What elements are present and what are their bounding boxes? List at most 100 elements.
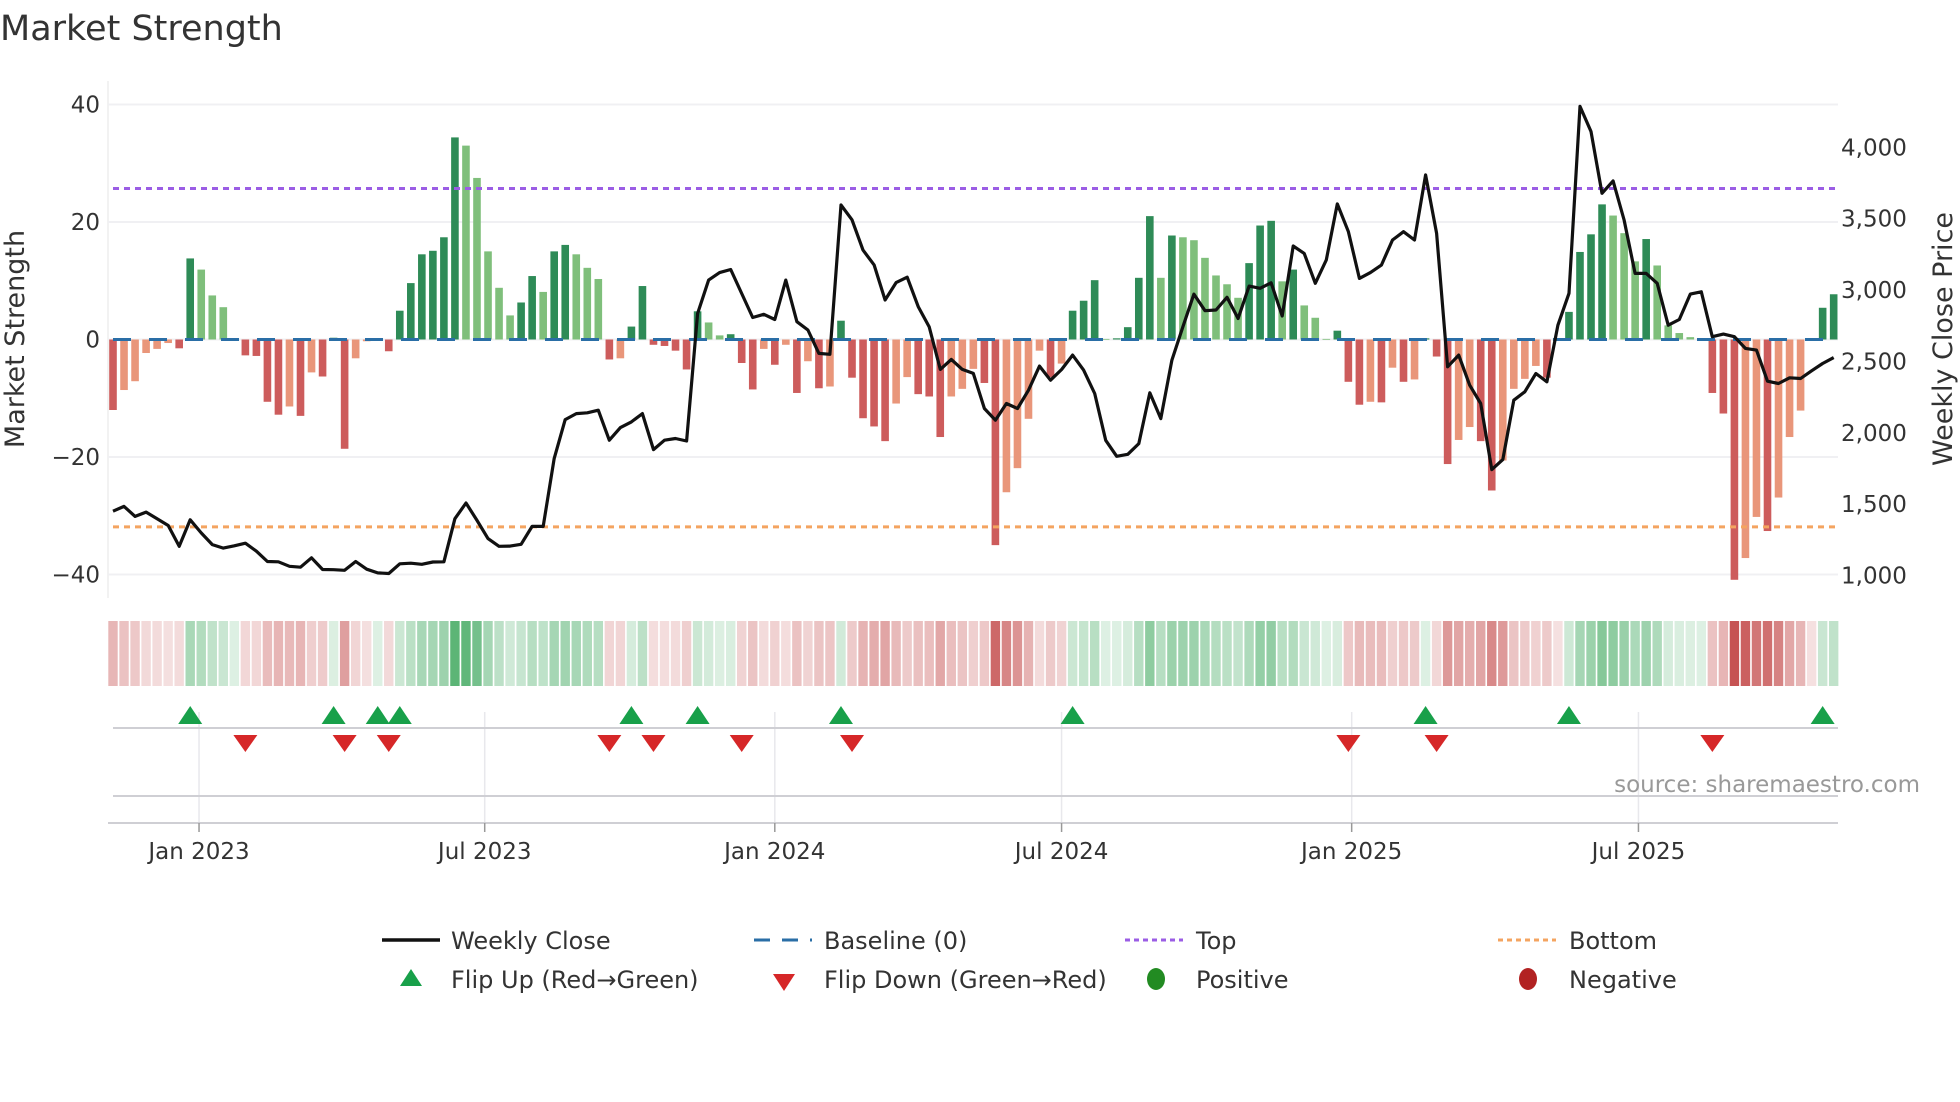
strength-bar [969,339,978,369]
strength-bar [1046,339,1055,378]
strength-bar [1774,339,1783,498]
legend-negative[interactable]: Negative [1569,966,1677,994]
flip-up-marker [685,706,710,724]
heat-cell [737,621,747,686]
legend-top[interactable]: Top [1195,927,1237,955]
strength-bar [528,276,536,340]
heat-cell [240,621,251,686]
heat-cell [935,621,945,686]
heat-cell [681,621,692,686]
heat-cell [1442,621,1453,686]
heat-cell [1586,621,1596,686]
strength-bar [1620,233,1628,340]
strength-bar [473,177,481,340]
strength-bar [704,322,713,340]
heat-cell [1310,621,1320,686]
heat-cell [1398,621,1409,686]
strength-bar [1510,339,1518,389]
strength-bar [1035,339,1044,351]
heat-cell [1652,621,1662,686]
source-label: source: sharemaestro.com [1614,772,1920,798]
legend-positive[interactable]: Positive [1196,966,1289,994]
x-tick-label: Jul 2025 [1590,839,1686,865]
flip-up-marker [828,706,853,724]
heat-cell [582,621,592,686]
strength-bar [142,339,150,354]
heat-cell [262,621,273,686]
strength-bar [384,339,393,352]
heat-cell [637,621,648,686]
strength-bar [539,291,547,340]
heat-cell [119,621,129,686]
heat-cell [1420,621,1431,686]
flip-down-marker [840,735,865,752]
flip-down-marker [641,735,666,752]
strength-bar [848,339,856,378]
heat-cell [1134,621,1144,686]
heat-cell [1498,621,1508,686]
heat-cell [725,621,736,686]
heat-cell [1112,621,1122,686]
heat-cell [1200,621,1210,686]
heat-cell [141,621,151,686]
strength-bar [506,315,514,340]
heat-cell [990,621,1001,686]
heat-cell [781,621,791,686]
heat-cell [1332,621,1343,686]
x-tick-label: Jan 2023 [146,839,249,865]
strength-bar [1521,339,1529,379]
strength-bar [782,339,790,345]
y-tick-label: −20 [51,445,100,471]
strength-bars [109,137,1838,580]
heat-cell [814,621,824,686]
heat-cell [1222,621,1232,686]
heat-cell [1387,621,1398,686]
strength-bar [263,339,272,402]
heat-cell [902,621,912,686]
strength-bar [583,267,592,340]
heat-cell [1795,621,1806,686]
legend-baseline[interactable]: Baseline (0) [824,927,967,955]
legend-flip-down[interactable]: Flip Down (Green→Red) [824,966,1107,994]
heat-cell [483,621,493,686]
right-axis-ticks: 4,000 3,500 3,000 2,500 2,000 1,500 1,000 [1841,135,1907,589]
strength-bar [1168,235,1176,340]
heat-cell [1729,621,1740,686]
strength-bar [186,258,195,340]
heat-cell [869,621,879,686]
strength-bar [1090,280,1099,340]
negative-dot-icon [1519,968,1537,990]
strength-bar [671,339,680,351]
strength-bar [682,339,691,370]
strength-bar [638,286,647,340]
legend-weekly-close[interactable]: Weekly Close [451,927,611,955]
heat-cell [1464,621,1475,686]
heat-cell [251,621,262,686]
positive-dot-icon [1147,968,1165,990]
heat-cell [1001,621,1012,686]
heat-cell [1123,621,1133,686]
y-tick-label: 40 [71,93,100,119]
flip-down-icon [773,974,795,991]
heat-cell [1817,621,1828,686]
heat-cell [207,621,217,686]
strength-bar [440,237,448,340]
heat-cell [858,621,868,686]
strength-bar [1146,216,1154,340]
right-axis-title: Weekly Close Price [1928,212,1959,466]
flip-down-marker [729,735,754,752]
heat-cell [1685,621,1695,686]
strength-bar [1289,269,1298,340]
strength-bar [1587,234,1595,340]
strength-bar [980,339,989,383]
strength-bar [1708,339,1717,393]
strength-bar [285,339,294,407]
heat-cell [1167,621,1177,686]
legend-bottom[interactable]: Bottom [1569,927,1657,955]
heat-cell [692,621,703,686]
strength-bar [1123,327,1132,340]
heat-cell [979,621,990,686]
strength-bar [296,339,305,416]
legend-flip-up[interactable]: Flip Up (Red→Green) [451,966,699,994]
strength-bar [958,339,967,389]
